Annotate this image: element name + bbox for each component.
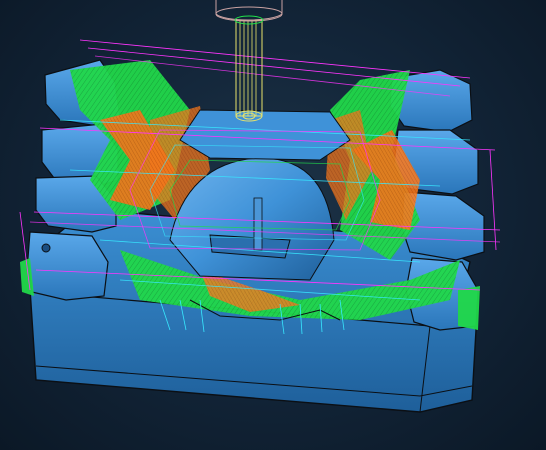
- cutting-tool-icon[interactable]: [235, 19, 263, 122]
- mold-toolpath-scene[interactable]: [0, 0, 546, 450]
- tool-holder-icon: [215, 0, 283, 25]
- cam-3d-viewport[interactable]: [0, 0, 546, 450]
